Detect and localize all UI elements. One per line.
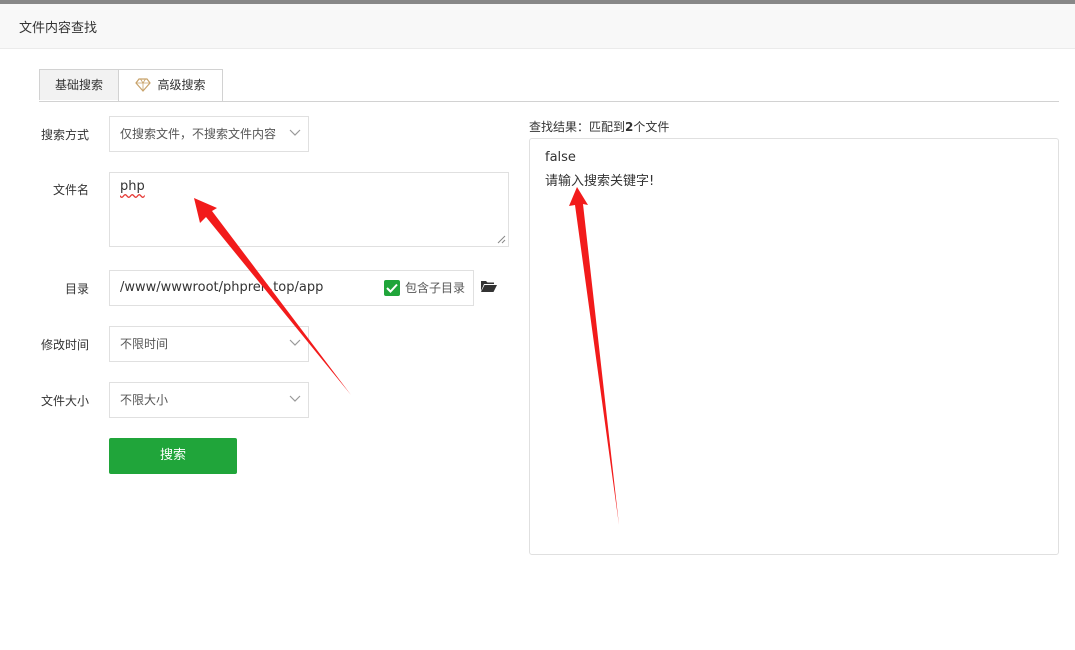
annotation-arrow bbox=[569, 187, 619, 525]
annotation-arrows bbox=[194, 187, 619, 525]
annotation-arrow bbox=[194, 198, 351, 395]
